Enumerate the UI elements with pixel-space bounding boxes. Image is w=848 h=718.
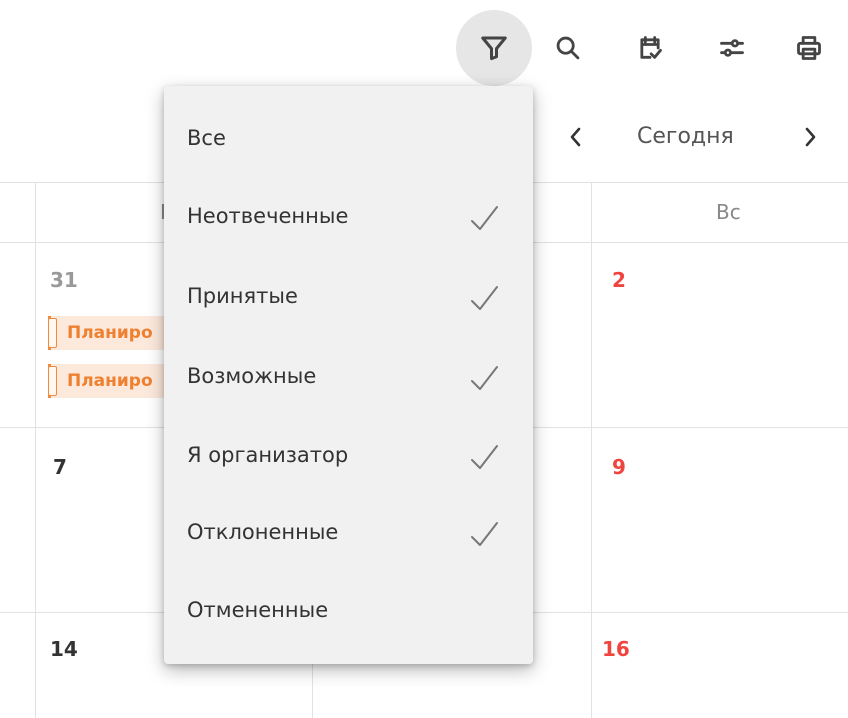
filter-option-tentative[interactable]: Возможные xyxy=(164,350,533,410)
filter-option-declined[interactable]: Отклоненные xyxy=(164,506,533,566)
checkmark-icon xyxy=(467,362,501,400)
checkmark-icon xyxy=(467,202,501,240)
print-button[interactable] xyxy=(789,28,829,68)
search-icon xyxy=(556,36,580,60)
date-cell-number[interactable]: 9 xyxy=(612,455,626,479)
calendar-check-icon xyxy=(640,36,662,59)
filter-option-all[interactable]: Все xyxy=(164,112,533,172)
calendar-event[interactable]: Планиро xyxy=(48,316,178,350)
date-cell-number[interactable]: 7 xyxy=(53,455,67,479)
chevron-left-icon xyxy=(570,127,581,147)
checkmark-icon xyxy=(467,282,501,320)
filter-dropdown: Все Неотвеченные Принятые Возможные Я ор… xyxy=(164,86,533,664)
day-header-sunday: Вс xyxy=(716,200,741,224)
filter-button[interactable] xyxy=(456,10,532,86)
filter-option-cancelled[interactable]: Отмененные xyxy=(164,584,533,644)
chevron-right-icon xyxy=(805,127,816,147)
filter-option-label: Отмененные xyxy=(187,598,329,622)
sliders-icon xyxy=(720,39,744,57)
filter-option-organizer[interactable]: Я организатор xyxy=(164,429,533,489)
event-title: Планиро xyxy=(67,371,153,391)
calendar-check-button[interactable] xyxy=(630,28,670,68)
date-cell-number[interactable]: 2 xyxy=(612,268,626,292)
date-cell-number[interactable]: 14 xyxy=(50,637,78,661)
calendar-event[interactable]: Планиро xyxy=(48,364,178,398)
filter-icon xyxy=(481,36,507,61)
filter-option-label: Неотвеченные xyxy=(187,204,349,228)
filter-option-label: Я организатор xyxy=(187,443,349,467)
filter-option-label: Возможные xyxy=(187,364,317,388)
next-period-button[interactable] xyxy=(796,122,824,152)
prev-period-button[interactable] xyxy=(562,122,590,152)
event-title: Планиро xyxy=(67,323,153,343)
checkmark-icon xyxy=(467,441,501,479)
filter-option-label: Принятые xyxy=(187,284,298,308)
filter-option-unanswered[interactable]: Неотвеченные xyxy=(164,190,533,250)
grid-line xyxy=(591,182,592,718)
date-cell-number[interactable]: 16 xyxy=(602,637,630,661)
search-button[interactable] xyxy=(548,28,588,68)
print-icon xyxy=(797,36,821,60)
settings-button[interactable] xyxy=(712,28,752,68)
checkmark-icon xyxy=(467,518,501,556)
grid-line xyxy=(35,182,36,718)
today-button[interactable]: Сегодня xyxy=(637,124,734,149)
filter-option-label: Все xyxy=(187,126,226,150)
toolbar xyxy=(0,0,848,96)
filter-option-label: Отклоненные xyxy=(187,520,339,544)
date-cell-number[interactable]: 31 xyxy=(50,268,78,292)
filter-option-accepted[interactable]: Принятые xyxy=(164,270,533,330)
